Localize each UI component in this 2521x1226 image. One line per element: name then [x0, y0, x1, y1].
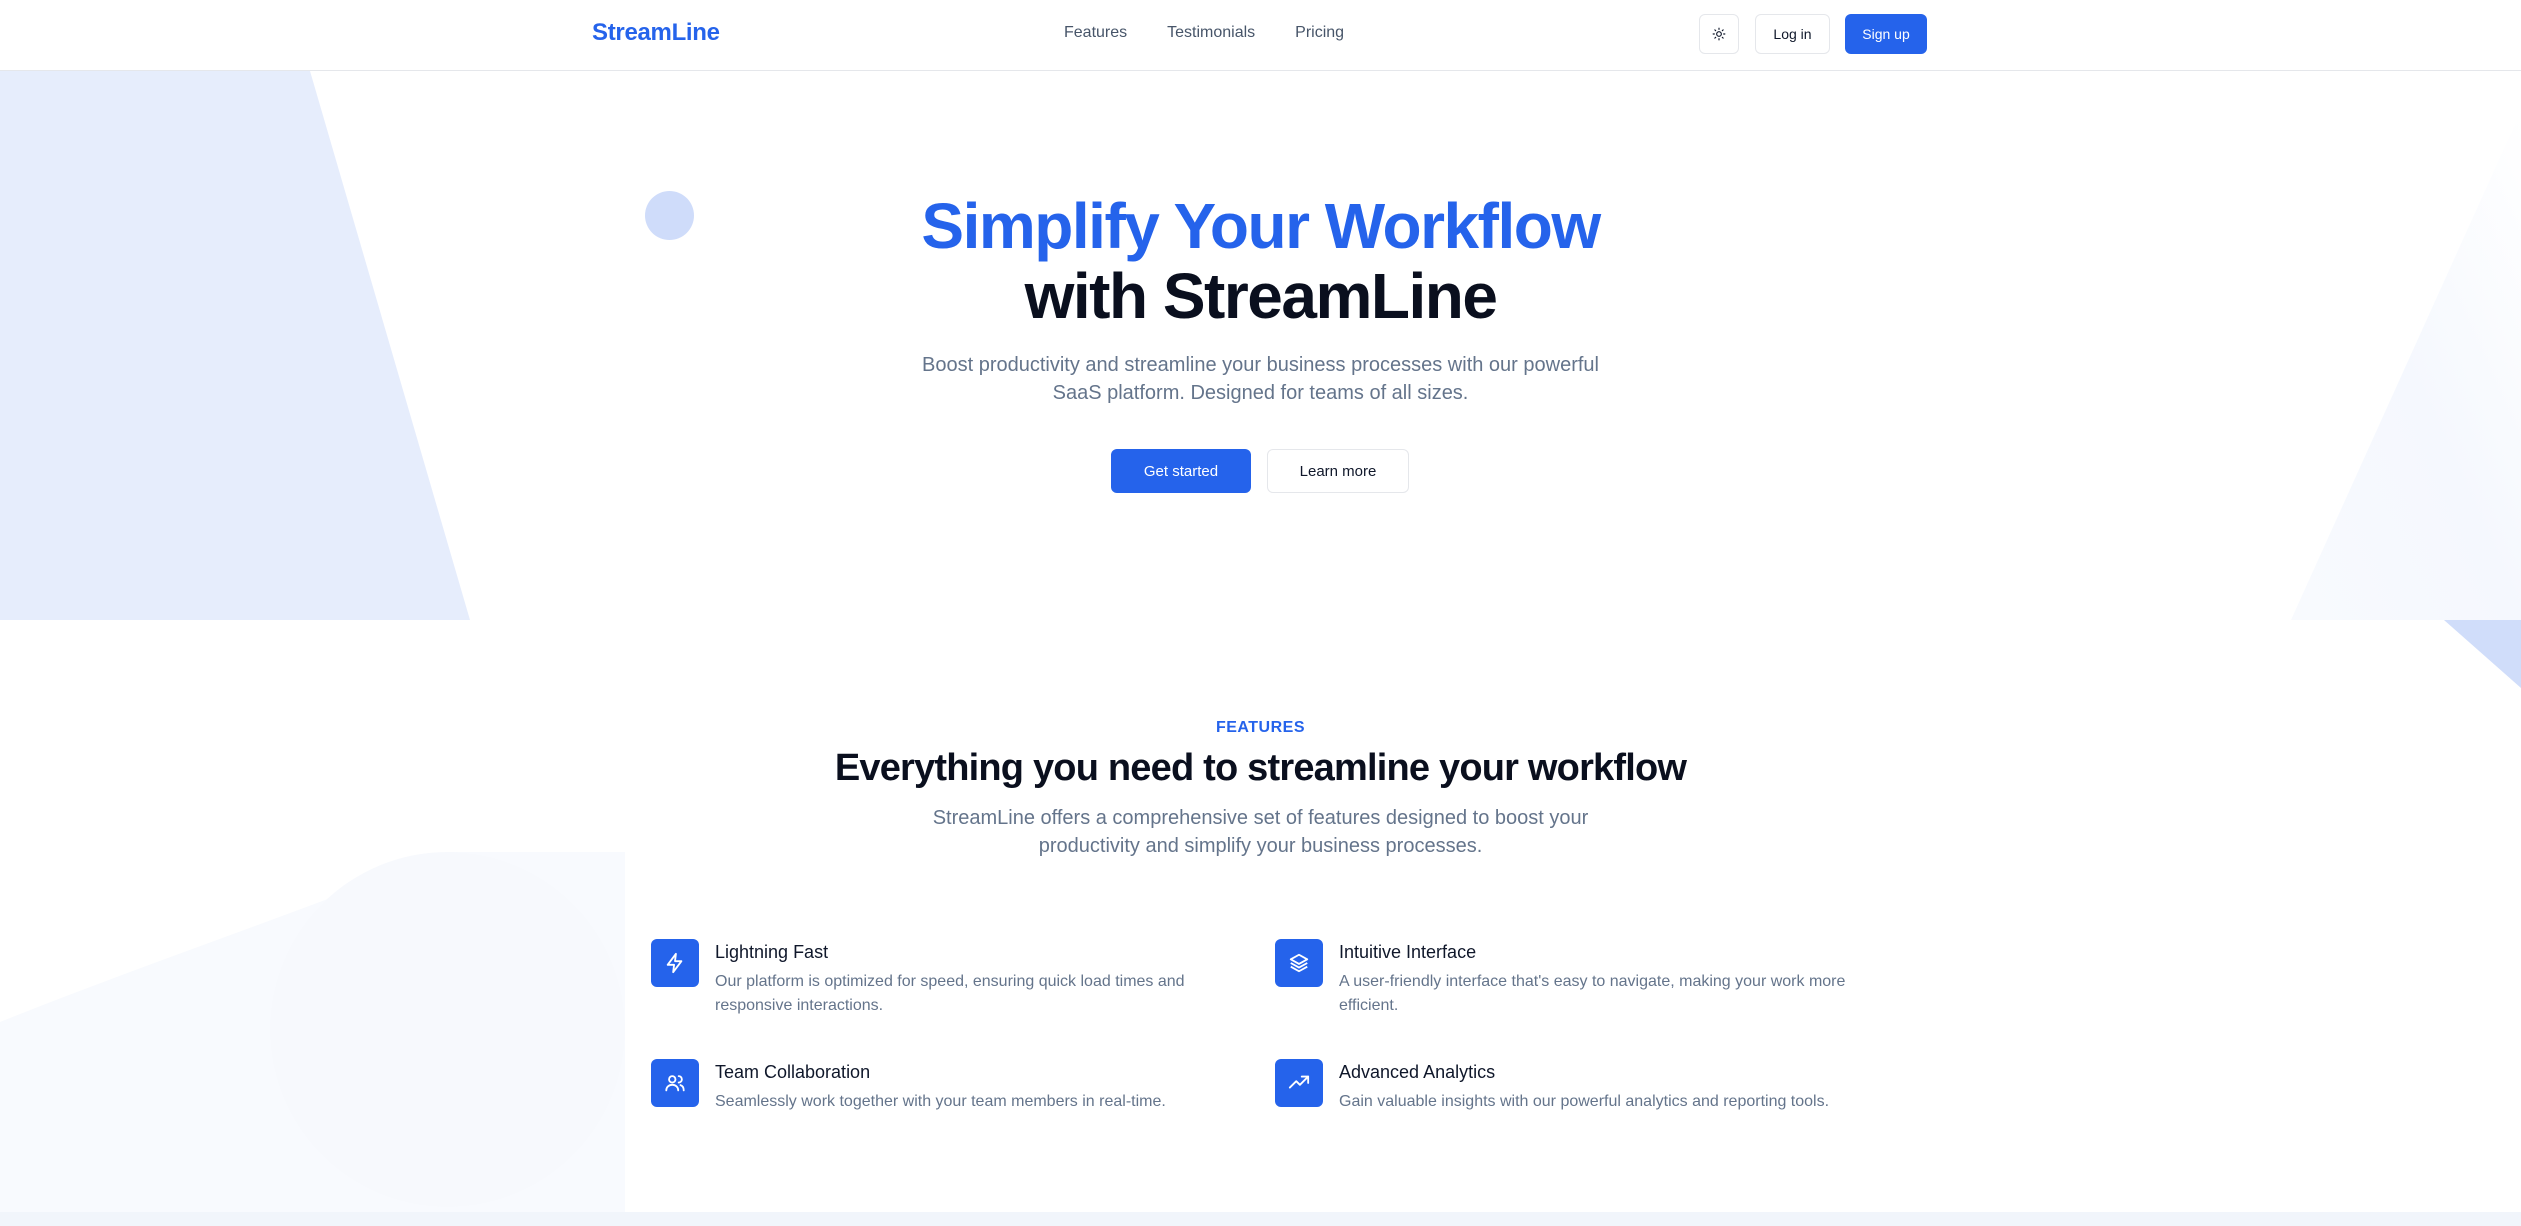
feature-description: Seamlessly work together with your team …	[715, 1093, 1166, 1110]
theme-toggle-button[interactable]	[1699, 14, 1739, 54]
lightning-icon	[651, 939, 699, 987]
feature-description: A user-friendly interface that's easy to…	[1339, 973, 1846, 1014]
features-background-circle	[270, 852, 625, 1207]
layers-icon	[1275, 939, 1323, 987]
hero-background-shape-left	[0, 71, 470, 620]
hero-title-line2: with StreamLine	[1024, 260, 1498, 332]
trending-up-icon	[1275, 1059, 1323, 1107]
login-button[interactable]: Log in	[1755, 14, 1830, 54]
learn-more-button[interactable]: Learn more	[1267, 449, 1409, 493]
signup-button[interactable]: Sign up	[1845, 14, 1927, 54]
decorative-triangle	[2444, 620, 2521, 688]
nav-link-testimonials[interactable]: Testimonials	[1167, 24, 1255, 42]
feature-title: Lightning Fast	[715, 942, 829, 962]
features-subtitle: StreamLine offers a comprehensive set of…	[932, 807, 1589, 857]
features-title: Everything you need to streamline your w…	[834, 747, 1687, 789]
logo[interactable]: StreamLine	[592, 19, 720, 47]
features-eyebrow: FEATURES	[1215, 719, 1306, 736]
sun-icon	[1712, 27, 1726, 41]
feature-description: Gain valuable insights with our powerful…	[1339, 1093, 1830, 1110]
hero-section: Simplify Your Workflow with StreamLine B…	[0, 71, 2521, 620]
feature-item: Team Collaboration Seamlessly work toget…	[651, 1059, 1231, 1114]
feature-title: Advanced Analytics	[1339, 1062, 1496, 1082]
feature-title: Team Collaboration	[715, 1062, 871, 1082]
top-navbar: StreamLine Features Testimonials Pricing…	[0, 0, 2521, 71]
get-started-button[interactable]: Get started	[1111, 449, 1251, 493]
feature-title: Intuitive Interface	[1339, 942, 1477, 962]
nav-link-pricing[interactable]: Pricing	[1295, 24, 1344, 42]
users-icon	[651, 1059, 699, 1107]
feature-item: Lightning Fast Our platform is optimized…	[651, 939, 1231, 1018]
feature-item: Advanced Analytics Gain valuable insight…	[1275, 1059, 1855, 1114]
hero-subtitle: Boost productivity and streamline your b…	[922, 354, 1599, 404]
feature-item: Intuitive Interface A user-friendly inte…	[1275, 939, 1855, 1018]
hero-background-shape-right	[2291, 111, 2521, 620]
feature-description: Our platform is optimized for speed, ens…	[715, 973, 1185, 1014]
hero-title-line1: Simplify Your Workflow	[921, 190, 1601, 262]
main-nav: Features Testimonials Pricing	[1064, 24, 1344, 42]
nav-link-features[interactable]: Features	[1064, 24, 1127, 42]
hero-title: Simplify Your Workflow with StreamLine	[0, 191, 2521, 331]
next-section-edge	[0, 1212, 2521, 1226]
